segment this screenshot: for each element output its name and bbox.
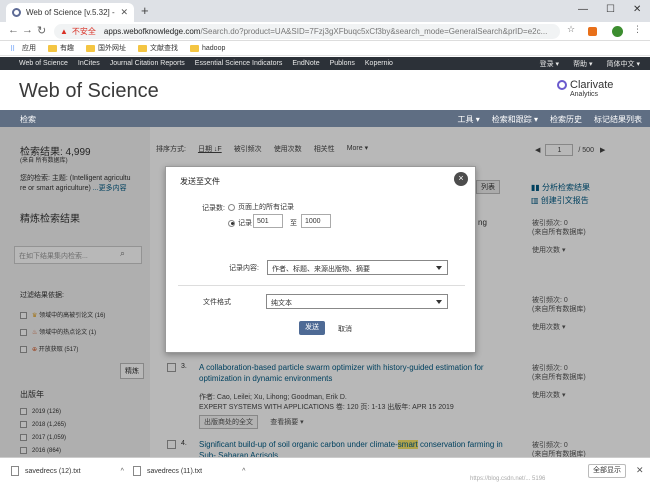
clarivate-logo: Clarivate Analytics [557, 79, 613, 98]
avatar[interactable] [612, 26, 623, 37]
search-toolbar: 检索 工具 ▾ 检索和跟踪 ▾ 检索历史 标记结果列表 [0, 110, 650, 127]
chevron-up-icon[interactable]: ^ [242, 468, 245, 475]
marked-list-link[interactable]: 标记结果列表 [594, 114, 642, 125]
radio-button[interactable] [228, 203, 235, 211]
nav-link-jcr[interactable]: Journal Citation Reports [110, 60, 185, 67]
close-window-icon[interactable]: ✕ [633, 4, 641, 15]
wos-top-nav: Web of Science InCites Journal Citation … [0, 57, 650, 70]
warning-icon: ▲ [60, 27, 68, 36]
browser-tab[interactable]: Web of Science [v.5.32] - 所有数 ✕ [6, 3, 134, 22]
radio-all-records[interactable]: 页面上的所有记录 [228, 202, 294, 212]
address-bar-row: ← → ↻ ▲ 不安全 apps.webofknowledge.com /Sea… [0, 22, 650, 41]
bookmark-folder[interactable]: hadoop [190, 44, 225, 52]
url-path: /Search.do?product=UA&SID=7Fzj3gXFbuqc5x… [200, 27, 548, 36]
forward-icon[interactable]: → [22, 24, 33, 36]
bookmark-folder[interactable]: 有趣 [48, 43, 74, 53]
chevron-up-icon[interactable]: ^ [121, 468, 124, 475]
chevron-down-icon [436, 266, 442, 270]
dialog-title: 发送至文件 [180, 177, 220, 186]
download-item[interactable]: savedrecs (12).txt ^ [11, 466, 124, 476]
url-host: apps.webofknowledge.com [103, 27, 201, 36]
radio-button[interactable] [228, 219, 235, 227]
folder-icon [138, 44, 147, 52]
folder-icon [190, 44, 199, 52]
nav-link-esi[interactable]: Essential Science Indicators [195, 60, 283, 67]
back-icon[interactable]: ← [8, 24, 19, 36]
page-title[interactable]: Web of Science [19, 80, 159, 103]
show-all-button[interactable]: 全部显示 [588, 464, 626, 478]
search-history-link[interactable]: 检索历史 [550, 114, 582, 125]
nav-link-incites[interactable]: InCites [78, 60, 100, 67]
maximize-icon[interactable]: ☐ [606, 4, 615, 15]
cancel-button[interactable]: 取消 [338, 324, 352, 334]
star-icon[interactable]: ☆ [567, 24, 575, 35]
login-menu[interactable]: 登录 ▾ [540, 59, 559, 69]
language-menu[interactable]: 简体中文 ▾ [607, 59, 640, 69]
search-track-menu[interactable]: 检索和跟踪 ▾ [492, 114, 538, 125]
send-to-file-dialog: 发送至文件 × 记录数: 页面上的所有记录 记录 501 至 1000 记录内容… [165, 166, 476, 353]
new-tab-button[interactable]: + [141, 4, 149, 17]
range-to-label: 至 [290, 220, 297, 227]
file-icon [11, 466, 19, 476]
download-bar: savedrecs (12).txt ^ savedrecs (11).txt … [0, 457, 650, 486]
nav-link-endnote[interactable]: EndNote [292, 60, 319, 67]
clarivate-logo-icon [557, 80, 567, 90]
range-from-field[interactable]: 501 [253, 214, 283, 228]
close-icon[interactable]: × [454, 172, 468, 186]
close-icon[interactable]: ✕ [636, 465, 644, 476]
tab-strip: Web of Science [v.5.32] - 所有数 ✕ + — ☐ ✕ [0, 0, 650, 22]
page-header: Web of Science Clarivate Analytics [0, 70, 650, 110]
records-label: 记录数: [202, 205, 225, 212]
file-format-select[interactable]: 纯文本 [266, 294, 448, 309]
tab-title: Web of Science [v.5.32] - 所有数 [26, 8, 116, 17]
send-button[interactable]: 发送 [299, 321, 325, 335]
url-field[interactable]: ▲ 不安全 apps.webofknowledge.com /Search.do… [54, 24, 560, 39]
bookmark-apps[interactable]: ⠿ 应用 [10, 43, 36, 53]
search-link[interactable]: 检索 [20, 114, 36, 125]
nav-link-kopernio[interactable]: Kopernio [365, 60, 393, 67]
nav-link-wos[interactable]: Web of Science [19, 60, 68, 67]
extension-icon[interactable] [588, 27, 597, 36]
wos-favicon-icon [12, 8, 21, 17]
bookmarks-bar: ⠿ 应用 有趣 国外网址 文献查找 hadoop [0, 41, 650, 56]
folder-icon [86, 44, 95, 52]
close-tab-icon[interactable]: ✕ [120, 7, 128, 18]
content-label: 记录内容: [229, 265, 259, 272]
help-menu[interactable]: 帮助 ▾ [573, 59, 592, 69]
bookmark-folder[interactable]: 文献查找 [138, 43, 178, 53]
insecure-label: 不安全 [71, 27, 96, 36]
apps-icon: ⠿ [10, 46, 16, 53]
chevron-down-icon [436, 300, 442, 304]
file-icon [133, 466, 141, 476]
nav-link-publons[interactable]: Publons [330, 60, 355, 67]
folder-icon [48, 44, 57, 52]
range-to-field[interactable]: 1000 [301, 214, 331, 228]
record-content-select[interactable]: 作者、标题、来源出版物、摘要 [267, 260, 448, 275]
watermark: https://blog.csdn.net/... 5196 [470, 476, 546, 482]
radio-record-range[interactable]: 记录 [228, 218, 252, 228]
format-label: 文件格式 [203, 299, 231, 306]
bookmark-folder[interactable]: 国外网址 [86, 43, 126, 53]
reload-icon[interactable]: ↻ [37, 24, 46, 37]
menu-icon[interactable]: ⋮ [633, 24, 642, 35]
tools-menu[interactable]: 工具 ▾ [458, 114, 480, 125]
divider [178, 285, 465, 286]
download-item[interactable]: savedrecs (11).txt ^ [133, 466, 245, 476]
minimize-icon[interactable]: — [578, 4, 588, 15]
